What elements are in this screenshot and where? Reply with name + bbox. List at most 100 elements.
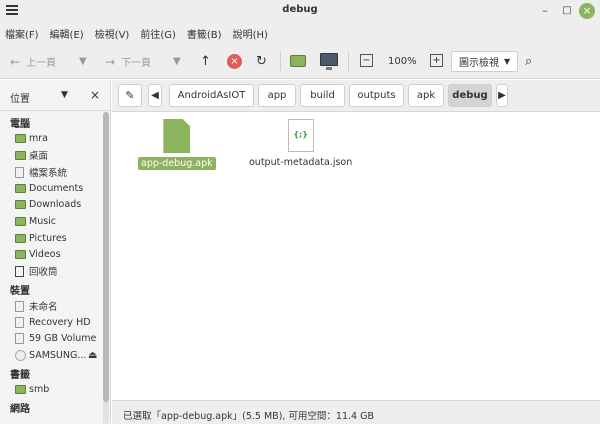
minimize-icon[interactable]: – (537, 3, 553, 19)
computer-icon[interactable] (320, 53, 338, 70)
file-view: app-debug.apk {;} output-metadata.json (112, 113, 600, 399)
status-text: 已選取「app-debug.apk」(5.5 MB), 可用空間：11.4 GB (123, 411, 374, 422)
toolbar: ← 上一頁 ▼ → 下一頁 ▼ ↑ × ↻ − 100% + 圖示檢視 ▼ ⌕ (0, 44, 600, 79)
zoom-level: 100% (388, 56, 417, 67)
title-bar: debug – □ × (0, 0, 600, 22)
sidebar-mode-dropdown-icon[interactable]: ▼ (61, 90, 68, 100)
sidebar-item-smb[interactable]: smb (15, 382, 49, 396)
sidebar-item-downloads[interactable]: Downloads (15, 197, 81, 211)
sidebar-item-documents[interactable]: Documents (15, 181, 83, 195)
chevron-down-icon: ▼ (79, 56, 87, 67)
maximize-icon[interactable]: □ (559, 3, 575, 19)
folder-icon (15, 249, 26, 259)
drive-icon (15, 300, 24, 312)
sidebar-section-computer: 電腦 (10, 119, 30, 130)
eject-icon[interactable]: ⏏ (88, 350, 97, 361)
triangle-right-icon: ▶ (498, 90, 506, 101)
sidebar-scrollbar[interactable] (103, 112, 109, 424)
json-file-icon: {;} (287, 119, 314, 152)
reload-icon: ↻ (256, 54, 267, 69)
menu-bar: 檔案(F) 編輯(E) 檢視(V) 前往(G) 書籤(B) 說明(H) (0, 22, 600, 44)
view-mode-select[interactable]: 圖示檢視 ▼ (451, 51, 518, 72)
menu-view[interactable]: 檢視(V) (95, 26, 130, 41)
sidebar-item-videos[interactable]: Videos (15, 247, 61, 261)
path-scroll-right-button[interactable]: ▶ (496, 84, 508, 107)
folder-icon (15, 216, 26, 226)
sidebar-item-filesystem[interactable]: 檔案系統 (15, 165, 67, 179)
folder-icon (15, 183, 26, 193)
path-segment[interactable]: outputs (349, 84, 404, 107)
sidebar-section-network: 網路 (10, 404, 30, 415)
stop-icon[interactable]: × (227, 54, 242, 69)
home-folder-icon[interactable] (290, 55, 306, 67)
up-button[interactable]: ↑ (200, 52, 211, 71)
folder-icon (15, 199, 26, 209)
toolbar-separator (348, 52, 349, 71)
drive-icon (15, 316, 24, 328)
arrow-left-icon: ← (10, 54, 21, 69)
arrow-right-icon: → (105, 54, 116, 69)
sidebar-title: 位置 (10, 94, 30, 105)
back-button[interactable]: ← 上一頁 (10, 52, 56, 71)
close-icon[interactable]: × (579, 3, 595, 19)
back-history-dropdown[interactable]: ▼ (79, 52, 87, 71)
sidebar-section-devices: 裝置 (10, 286, 30, 297)
menu-edit[interactable]: 編輯(E) (50, 26, 84, 41)
sidebar-item-pictures[interactable]: Pictures (15, 231, 67, 245)
view-mode-label: 圖示檢視 (459, 58, 499, 69)
sidebar-item-home[interactable]: mra (15, 131, 48, 145)
triangle-left-icon: ◀ (151, 90, 159, 101)
search-icon[interactable]: ⌕ (525, 54, 532, 69)
folder-icon (15, 133, 26, 143)
path-segment[interactable]: AndroidAsIOT (169, 84, 254, 107)
chevron-down-icon: ▼ (173, 56, 181, 67)
sidebar-header: 位置 ▼ × (0, 80, 110, 111)
sidebar-item-samsung[interactable]: SAMSUNG... (15, 348, 86, 362)
path-scroll-left-button[interactable]: ◀ (148, 84, 162, 107)
toolbar-separator (280, 52, 281, 71)
zoom-in-button[interactable]: + (430, 54, 443, 67)
path-bar: ✎ ◀ AndroidAsIOT app build outputs apk d… (112, 80, 600, 112)
edit-path-icon[interactable]: ✎ (118, 84, 142, 107)
menu-help[interactable]: 說明(H) (233, 26, 268, 41)
forward-history-dropdown[interactable]: ▼ (173, 52, 181, 71)
sidebar-close-icon[interactable]: × (90, 88, 100, 102)
window-title: debug (282, 4, 318, 15)
drive-icon (15, 166, 24, 178)
path-segment[interactable]: app (258, 84, 296, 107)
path-segment[interactable]: build (300, 84, 345, 107)
path-segment-current[interactable]: debug (448, 84, 492, 107)
folder-icon (15, 150, 26, 160)
disc-icon (15, 349, 26, 361)
path-segment[interactable]: apk (408, 84, 444, 107)
folder-icon (15, 233, 26, 243)
menu-file[interactable]: 檔案(F) (5, 26, 39, 41)
arrow-up-icon: ↑ (200, 54, 211, 69)
sidebar-item-59gb-volume[interactable]: 59 GB Volume (15, 331, 96, 345)
trash-icon (15, 265, 24, 277)
apk-file-icon (163, 119, 191, 153)
menu-bookmarks[interactable]: 書籤(B) (187, 26, 222, 41)
file-name: app-debug.apk (138, 157, 216, 170)
file-item[interactable]: app-debug.apk (138, 119, 216, 170)
back-label: 上一頁 (26, 58, 57, 69)
status-bar: 已選取「app-debug.apk」(5.5 MB), 可用空間：11.4 GB (112, 400, 600, 424)
sidebar-item-untitled[interactable]: 未命名 (15, 299, 58, 313)
reload-button[interactable]: ↻ (256, 52, 267, 71)
sidebar-item-recovery-hd[interactable]: Recovery HD (15, 315, 91, 329)
sidebar-item-trash[interactable]: 回收筒 (15, 264, 58, 278)
caret-down-icon: ▼ (504, 57, 511, 66)
forward-button[interactable]: → 下一頁 (105, 52, 151, 71)
sidebar-section-bookmarks: 書籤 (10, 370, 30, 381)
drive-icon (15, 332, 24, 344)
sidebar-item-desktop[interactable]: 桌面 (15, 148, 48, 162)
sidebar-item-music[interactable]: Music (15, 214, 56, 228)
sidebar-scrollbar-thumb[interactable] (103, 112, 109, 402)
forward-label: 下一頁 (121, 58, 152, 69)
folder-icon (15, 384, 26, 394)
file-name: output-metadata.json (249, 157, 353, 168)
menu-go[interactable]: 前往(G) (140, 26, 176, 41)
sidebar: 位置 ▼ × 電腦 mra 桌面 檔案系統 Documents Download… (0, 80, 111, 424)
zoom-out-button[interactable]: − (360, 54, 373, 67)
file-item[interactable]: {;} output-metadata.json (246, 119, 355, 169)
